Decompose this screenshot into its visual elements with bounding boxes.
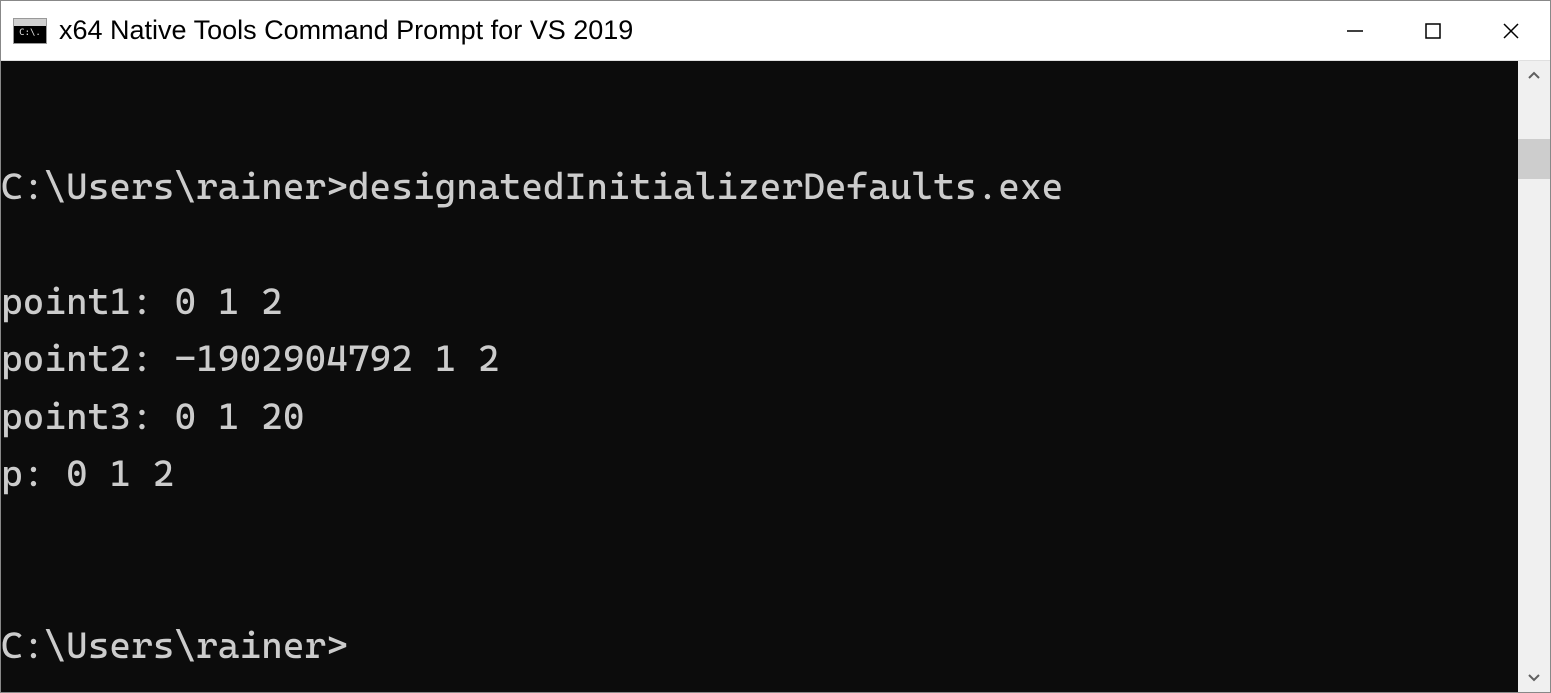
chevron-down-icon xyxy=(1527,670,1541,684)
close-button[interactable] xyxy=(1472,1,1550,60)
terminal-area: C:\Users\rainer>designatedInitializerDef… xyxy=(1,61,1550,692)
titlebar: C:\. x64 Native Tools Command Prompt for… xyxy=(1,1,1550,61)
minimize-button[interactable] xyxy=(1316,1,1394,60)
scroll-track[interactable] xyxy=(1518,91,1550,662)
window-title: x64 Native Tools Command Prompt for VS 2… xyxy=(59,15,1316,46)
app-icon-text: C:\. xyxy=(19,28,41,38)
terminal-output[interactable]: C:\Users\rainer>designatedInitializerDef… xyxy=(1,61,1518,692)
scroll-up-arrow[interactable] xyxy=(1518,61,1550,91)
scrollbar[interactable] xyxy=(1518,61,1550,692)
minimize-icon xyxy=(1345,21,1365,41)
close-icon xyxy=(1501,21,1521,41)
scroll-down-arrow[interactable] xyxy=(1518,662,1550,692)
maximize-button[interactable] xyxy=(1394,1,1472,60)
window-controls xyxy=(1316,1,1550,60)
chevron-up-icon xyxy=(1527,69,1541,83)
app-icon: C:\. xyxy=(13,18,47,44)
maximize-icon xyxy=(1423,21,1443,41)
scroll-thumb[interactable] xyxy=(1518,139,1550,179)
